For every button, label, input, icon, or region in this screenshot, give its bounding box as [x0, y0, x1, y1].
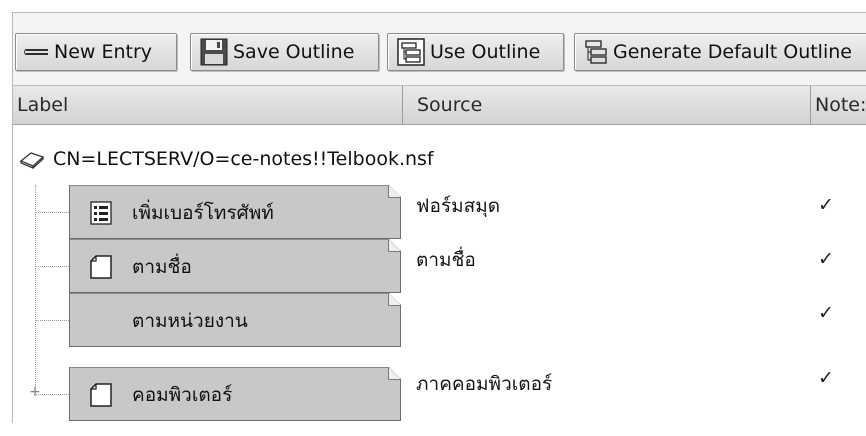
outline-entry-label: ตามชื่อ — [132, 256, 192, 278]
outline-root-label: CN=LECTSERV/O=ce-notes!!Telbook.nsf — [53, 148, 434, 170]
entry-source: ตามชื่อ — [416, 249, 476, 271]
entry-source: ภาคคอมพิวเตอร์ — [416, 373, 553, 395]
checkmark-icon[interactable]: ✓ — [818, 367, 834, 389]
page-fold-icon — [388, 294, 400, 306]
column-header: Label Source Note: — [13, 85, 866, 125]
use-outline-label: Use Outline — [430, 41, 541, 63]
outline-entry[interactable]: ตามชื่อ — [69, 239, 401, 293]
outline-root[interactable]: CN=LECTSERV/O=ce-notes!!Telbook.nsf — [19, 143, 434, 175]
column-header-label[interactable]: Label — [13, 86, 403, 124]
column-header-source[interactable]: Source — [403, 86, 811, 124]
outline-entry[interactable]: คอมพิวเตอร์ — [69, 367, 401, 421]
generate-outline-icon — [583, 39, 609, 65]
database-icon — [19, 149, 45, 169]
tree-connector — [35, 185, 36, 395]
new-entry-button[interactable]: New Entry — [15, 33, 177, 71]
generate-default-outline-button[interactable]: Generate Default Outline — [574, 33, 866, 71]
generate-default-outline-label: Generate Default Outline — [613, 41, 852, 63]
new-entry-label: New Entry — [54, 41, 153, 63]
checkmark-icon[interactable]: ✓ — [818, 194, 834, 216]
outline-designer: New Entry Save Outline Use Outline Gener… — [12, 12, 866, 423]
outline-entry-label: เพิ่มเบอร์โทรศัพท์ — [132, 202, 274, 224]
use-outline-icon — [396, 37, 426, 67]
checkmark-icon[interactable]: ✓ — [818, 248, 834, 270]
toolbar: New Entry Save Outline Use Outline Gener… — [13, 13, 866, 85]
expand-icon[interactable]: + — [29, 385, 41, 399]
page-icon — [90, 383, 112, 407]
column-header-notes[interactable]: Note: — [811, 86, 866, 124]
page-fold-icon — [388, 240, 400, 252]
page-fold-icon — [388, 368, 400, 380]
tree-connector — [35, 212, 69, 213]
outline-entry[interactable]: เพิ่มเบอร์โทรศัพท์ — [69, 185, 401, 239]
tree-connector — [35, 266, 69, 267]
tree-connector — [35, 320, 69, 321]
page-fold-icon — [388, 186, 400, 198]
save-outline-label: Save Outline — [233, 41, 355, 63]
outline-entry-label: คอมพิวเตอร์ — [132, 384, 233, 406]
outline-entry[interactable]: ตามหน่วยงาน — [69, 293, 401, 347]
checkmark-icon[interactable]: ✓ — [818, 302, 834, 324]
page-icon — [90, 255, 112, 279]
save-icon — [199, 37, 229, 67]
entry-source: ฟอร์มสมุด — [416, 195, 501, 217]
outline-entry-label: ตามหน่วยงาน — [132, 310, 248, 332]
form-icon — [90, 201, 112, 225]
save-outline-button[interactable]: Save Outline — [190, 33, 379, 71]
use-outline-button[interactable]: Use Outline — [387, 33, 564, 71]
new-entry-icon — [24, 45, 50, 59]
